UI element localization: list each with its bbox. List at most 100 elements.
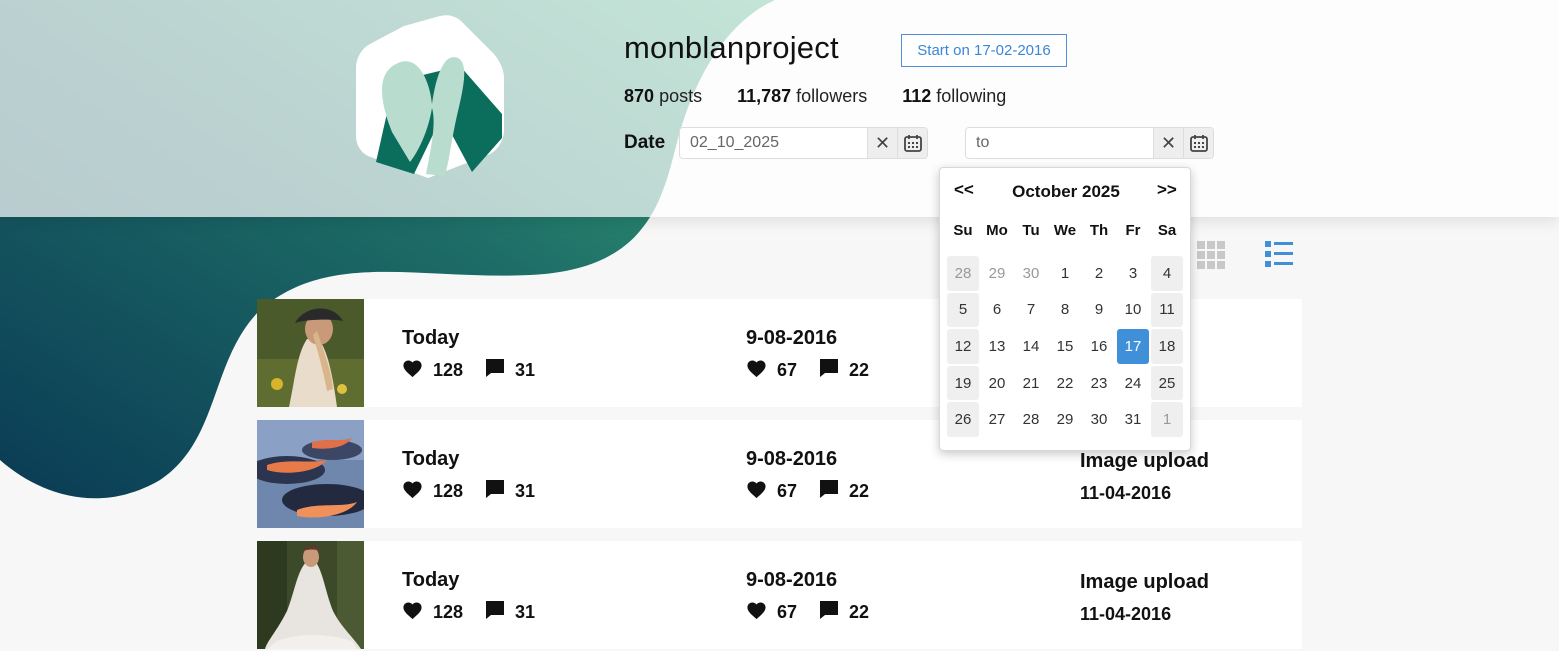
posts-count: 870 [624, 86, 655, 106]
calendar-to-button[interactable] [1183, 128, 1213, 158]
calendar-day[interactable]: 15 [1049, 329, 1081, 364]
stats-title: Today [402, 327, 460, 349]
calendar-day[interactable]: 16 [1083, 329, 1115, 364]
calendar-day[interactable]: 1 [1049, 256, 1081, 291]
comment-icon [485, 358, 505, 383]
comments-metric: 22 [819, 358, 869, 383]
comment-icon [819, 479, 839, 504]
post-stats-column: Today 128 31 [402, 569, 535, 625]
brand-logo [356, 15, 504, 178]
comment-icon [485, 479, 505, 504]
calendar-day[interactable]: 22 [1049, 366, 1081, 401]
comments-metric: 31 [485, 479, 535, 504]
heart-icon [402, 480, 423, 504]
upload-info-column: Image upload 11-04-2016 [1080, 450, 1209, 504]
grid-view-icon[interactable] [1196, 240, 1226, 270]
likes-metric: 128 [402, 480, 463, 504]
calendar-day[interactable]: 31 [1117, 402, 1149, 437]
likes-count: 67 [777, 360, 798, 380]
following-stat[interactable]: 112 following [902, 86, 1006, 107]
calendar-day-selected[interactable]: 17 [1117, 329, 1149, 364]
profile-stats: 870 posts 11,787 followers 112 following [624, 86, 1006, 107]
date-to-field[interactable]: to ✕ [965, 127, 1214, 159]
calendar-day[interactable]: 9 [1083, 293, 1115, 328]
likes-metric: 67 [746, 601, 797, 625]
post-row[interactable]: Today 128 31 9-08-2016 67 22 Image upload 11-04… [257, 541, 1302, 649]
clear-to-button[interactable]: ✕ [1153, 128, 1183, 158]
followers-stat[interactable]: 11,787 followers [737, 86, 867, 107]
calendar-day[interactable]: 2 [1083, 256, 1115, 291]
post-thumbnail[interactable] [257, 541, 364, 649]
calendar-day[interactable]: 11 [1151, 292, 1183, 328]
comments-count: 31 [515, 360, 536, 380]
calendar-day[interactable]: 19 [947, 365, 979, 401]
post-stats-column: 9-08-2016 67 22 [746, 448, 869, 504]
weekday-label: Fr [1125, 222, 1141, 239]
calendar-day[interactable]: 10 [1117, 293, 1149, 328]
comments-count: 22 [849, 360, 870, 380]
date-to-input[interactable]: to [966, 128, 1153, 158]
clear-from-button[interactable]: ✕ [867, 128, 897, 158]
calendar-day[interactable]: 30 [1083, 402, 1115, 437]
calendar-day[interactable]: 7 [1015, 293, 1047, 328]
calendar-days-grid: 28 29 30 1 2 3 4 5 6 7 8 9 10 11 12 13 14 15 16 17 18 19 20 21 2… [946, 255, 1184, 438]
calendar-day[interactable]: 18 [1151, 329, 1183, 364]
close-icon: ✕ [874, 132, 891, 153]
likes-metric: 128 [402, 359, 463, 383]
comments-count: 22 [849, 481, 870, 501]
post-stats-column: Today 128 31 [402, 327, 535, 383]
calendar-day[interactable]: 29 [981, 256, 1013, 291]
calendar-day[interactable]: 29 [1049, 402, 1081, 437]
date-filter-label: Date [624, 132, 666, 153]
calendar-day[interactable]: 12 [947, 329, 979, 364]
weekday-label: Tu [1022, 222, 1040, 239]
heart-icon [746, 480, 767, 504]
calendar-day[interactable]: 23 [1083, 366, 1115, 401]
next-month-button[interactable]: >> [1157, 180, 1177, 200]
calendar-day[interactable]: 13 [981, 329, 1013, 364]
likes-count: 67 [777, 602, 798, 622]
calendar-day[interactable]: 20 [981, 366, 1013, 401]
comments-metric: 31 [485, 358, 535, 383]
likes-metric: 67 [746, 359, 797, 383]
stats-title: Today [402, 448, 460, 470]
upload-title: Image upload [1080, 571, 1209, 593]
weekday-label: Th [1089, 222, 1109, 239]
posts-label: posts [659, 86, 703, 106]
calendar-day[interactable]: 21 [1015, 366, 1047, 401]
calendar-day[interactable]: 27 [981, 402, 1013, 437]
start-date-button[interactable]: Start on 17-02-2016 [901, 34, 1067, 67]
heart-icon [746, 601, 767, 625]
date-from-input[interactable]: 02_10_2025 [680, 128, 867, 158]
post-metrics: 67 22 [746, 358, 869, 383]
posts-stat: 870 posts [624, 86, 702, 107]
calendar-day[interactable]: 3 [1117, 256, 1149, 291]
calendar-day[interactable]: 14 [1015, 329, 1047, 364]
comments-count: 31 [515, 602, 536, 622]
upload-info-column: Image upload 11-04-2016 [1080, 571, 1209, 625]
calendar-icon [903, 135, 922, 152]
calendar-from-button[interactable] [897, 128, 927, 158]
comments-count: 22 [849, 602, 870, 622]
weekday-label: Su [953, 222, 973, 239]
calendar-day[interactable]: 5 [947, 292, 979, 328]
calendar-day[interactable]: 24 [1117, 366, 1149, 401]
calendar-day[interactable]: 6 [981, 293, 1013, 328]
list-view-icon[interactable] [1264, 240, 1294, 268]
calendar-day[interactable]: 28 [947, 256, 979, 291]
calendar-day[interactable]: 30 [1015, 256, 1047, 291]
date-from-field[interactable]: 02_10_2025 ✕ [679, 127, 928, 159]
calendar-day[interactable]: 8 [1049, 293, 1081, 328]
calendar-day[interactable]: 1 [1151, 402, 1183, 437]
calendar-day[interactable]: 4 [1151, 256, 1183, 291]
upload-date: 11-04-2016 [1080, 604, 1172, 624]
post-thumbnail[interactable] [257, 299, 364, 407]
calendar-day[interactable]: 28 [1015, 402, 1047, 437]
post-thumbnail[interactable] [257, 420, 364, 528]
weekday-label: Mo [986, 222, 1008, 239]
stats-title: Today [402, 569, 460, 591]
calendar-day[interactable]: 25 [1151, 365, 1183, 401]
likes-count: 128 [433, 602, 464, 622]
post-stats-column: Today 128 31 [402, 448, 535, 504]
calendar-day[interactable]: 26 [947, 402, 979, 437]
